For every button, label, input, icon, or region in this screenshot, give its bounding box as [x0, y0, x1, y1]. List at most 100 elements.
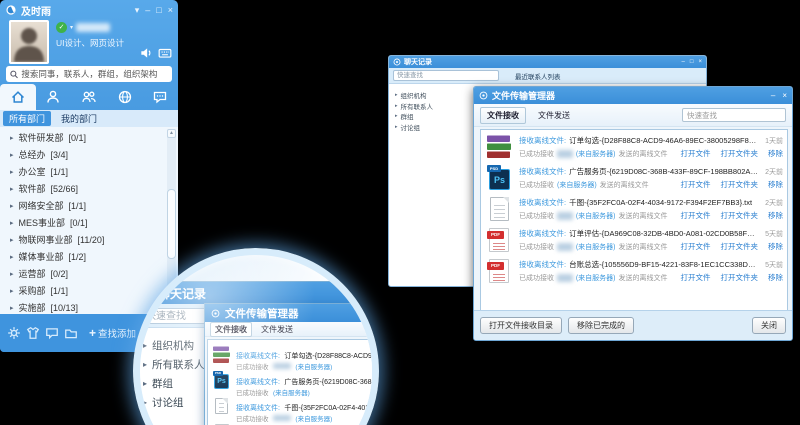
- remove-link[interactable]: 移除: [768, 272, 783, 283]
- tab-groups[interactable]: [71, 84, 107, 110]
- department-row[interactable]: ▸软件部[52/66]: [0, 180, 178, 197]
- main-search-input[interactable]: [21, 69, 168, 79]
- globe-icon: [117, 89, 133, 105]
- expand-arrow-icon[interactable]: ▸: [10, 202, 14, 210]
- message-icon[interactable]: [45, 326, 59, 340]
- file-row: 接收离线文件: 订单勾选-{D28F88C8-ACD9-46A6-89EC-38…: [211, 342, 379, 368]
- online-status-icon[interactable]: ✓: [56, 22, 67, 33]
- close-icon[interactable]: ×: [782, 92, 787, 100]
- home-icon: [10, 89, 26, 105]
- file-name: 台账总选-{105556D9-BF15-4221-83F8-1EC1CC338D…: [569, 259, 758, 270]
- file-row: 接收离线文件: 千图-{35F2FC0A-02F4-4034-9172-F394…: [211, 394, 379, 420]
- expand-arrow-icon[interactable]: ▸: [10, 168, 14, 176]
- folder-icon[interactable]: [64, 326, 78, 340]
- remove-link[interactable]: 移除: [768, 148, 783, 159]
- department-row[interactable]: ▸网络安全部[1/1]: [0, 197, 178, 214]
- expand-arrow-icon: ▸: [395, 113, 398, 119]
- maximize-icon[interactable]: □: [156, 6, 161, 15]
- scroll-up-icon[interactable]: ▲: [167, 129, 176, 138]
- volume-icon[interactable]: [139, 46, 153, 60]
- scrollbar-thumb[interactable]: [167, 189, 176, 259]
- tab-contacts[interactable]: [36, 84, 72, 110]
- winrar-icon: [213, 345, 231, 363]
- chat-window-title: 聊天记录: [404, 57, 679, 67]
- tab-home[interactable]: [0, 84, 36, 110]
- tab-my-departments[interactable]: 我的部门: [61, 112, 97, 125]
- tab-network[interactable]: [107, 84, 143, 110]
- tab-all-departments[interactable]: 所有部门: [3, 111, 51, 126]
- open-folder-link[interactable]: 打开文件夹: [721, 148, 759, 159]
- department-row[interactable]: ▸MES事业部[0/1]: [0, 214, 178, 231]
- status-caret-icon[interactable]: ▾: [70, 24, 73, 31]
- open-folder-link[interactable]: 打开文件夹: [721, 241, 759, 252]
- expand-arrow-icon[interactable]: ▸: [10, 236, 14, 244]
- open-folder-link[interactable]: 打开文件夹: [721, 272, 759, 283]
- signature-text: UI设计、网页设计: [56, 37, 124, 49]
- open-folder-link[interactable]: 打开文件夹: [721, 179, 759, 190]
- minimize-icon[interactable]: –: [771, 92, 775, 100]
- open-file-link[interactable]: 打开文件: [681, 179, 711, 190]
- tab-file-send[interactable]: 文件发送: [257, 323, 297, 336]
- people-icon: [81, 89, 97, 105]
- gear-icon[interactable]: [7, 326, 21, 340]
- expand-arrow-icon[interactable]: ▸: [10, 253, 14, 261]
- remove-link[interactable]: 移除: [768, 241, 783, 252]
- open-folder-link[interactable]: 打开文件夹: [721, 210, 759, 221]
- close-icon[interactable]: ×: [168, 6, 173, 15]
- search-icon: [10, 70, 18, 79]
- expand-arrow-icon[interactable]: ▸: [10, 185, 14, 193]
- username-redacted: [76, 23, 110, 32]
- expand-arrow-icon[interactable]: ▸: [10, 219, 14, 227]
- open-file-link[interactable]: 打开文件: [681, 241, 711, 252]
- remove-link[interactable]: 移除: [768, 210, 783, 221]
- open-file-link[interactable]: 打开文件: [681, 272, 711, 283]
- receive-label: 接收离线文件:: [519, 197, 566, 208]
- main-search-box[interactable]: [6, 66, 172, 82]
- open-file-link[interactable]: 打开文件: [681, 210, 711, 221]
- minimize-icon[interactable]: –: [145, 6, 150, 15]
- file-name: 千图-{35F2FC0A-02F4-4034-9172-F394F2EF7BB3…: [569, 197, 758, 208]
- winrar-icon: [487, 134, 512, 159]
- photoshop-icon: PSDPs: [487, 165, 512, 190]
- receive-label: 接收离线文件:: [519, 166, 566, 177]
- chat-bubble-icon: [152, 89, 168, 105]
- chat-toolbar: 最近联系人列表: [389, 68, 706, 84]
- find-add-button[interactable]: + 查找添加: [89, 326, 136, 340]
- file-time: 2天前: [765, 198, 783, 208]
- tab-file-receive[interactable]: 文件接收: [480, 107, 526, 124]
- tab-file-send[interactable]: 文件发送: [532, 108, 576, 123]
- expand-arrow-icon[interactable]: ▸: [10, 151, 14, 159]
- remove-link[interactable]: 移除: [768, 179, 783, 190]
- skin-menu-icon[interactable]: ▾: [135, 6, 140, 15]
- avatar[interactable]: [9, 20, 49, 64]
- expand-arrow-icon: ▸: [395, 92, 398, 98]
- window-badge-icon: [479, 91, 488, 100]
- file-search-input[interactable]: [682, 108, 786, 122]
- app-title: 及时雨: [21, 3, 135, 18]
- department-row[interactable]: ▸总经办[3/4]: [0, 146, 178, 163]
- open-file-link[interactable]: 打开文件: [681, 148, 711, 159]
- open-receive-dir-button[interactable]: 打开文件接收目录: [480, 317, 562, 334]
- expand-arrow-icon[interactable]: ▸: [10, 287, 14, 295]
- expand-arrow-icon[interactable]: ▸: [10, 304, 14, 312]
- sender-redacted: [557, 212, 573, 220]
- skin-icon[interactable]: [26, 326, 40, 340]
- tab-file-receive[interactable]: 文件接收: [210, 322, 252, 337]
- minimize-icon[interactable]: –: [682, 59, 685, 65]
- department-row[interactable]: ▸办公室[1/1]: [0, 163, 178, 180]
- close-icon[interactable]: ×: [698, 59, 702, 65]
- keyboard-icon[interactable]: [158, 46, 172, 60]
- magnifier-inset: 聊天记录 快速查找 ▸组织机构 ▸所有联系人 ▸群组 ▸讨论组 文件传输管理器: [133, 248, 379, 425]
- expand-arrow-icon[interactable]: ▸: [10, 134, 14, 142]
- file-time: 2天前: [765, 167, 783, 177]
- expand-arrow-icon[interactable]: ▸: [10, 270, 14, 278]
- department-row[interactable]: ▸软件研发部[0/1]: [0, 129, 178, 146]
- tab-messages[interactable]: [142, 84, 178, 110]
- maximize-icon[interactable]: □: [690, 59, 694, 65]
- remove-completed-button[interactable]: 移除已完成的: [568, 317, 634, 334]
- department-row[interactable]: ▸物联网事业部[11/20]: [0, 231, 178, 248]
- file-transfer-window: 文件传输管理器 – × 文件接收 文件发送 接收离线文件: 订单勾选-{D28F…: [473, 86, 793, 341]
- close-button[interactable]: 关闭: [752, 317, 786, 334]
- chat-search-input[interactable]: [393, 70, 499, 81]
- file-titlebar: 文件传输管理器 – ×: [474, 87, 792, 104]
